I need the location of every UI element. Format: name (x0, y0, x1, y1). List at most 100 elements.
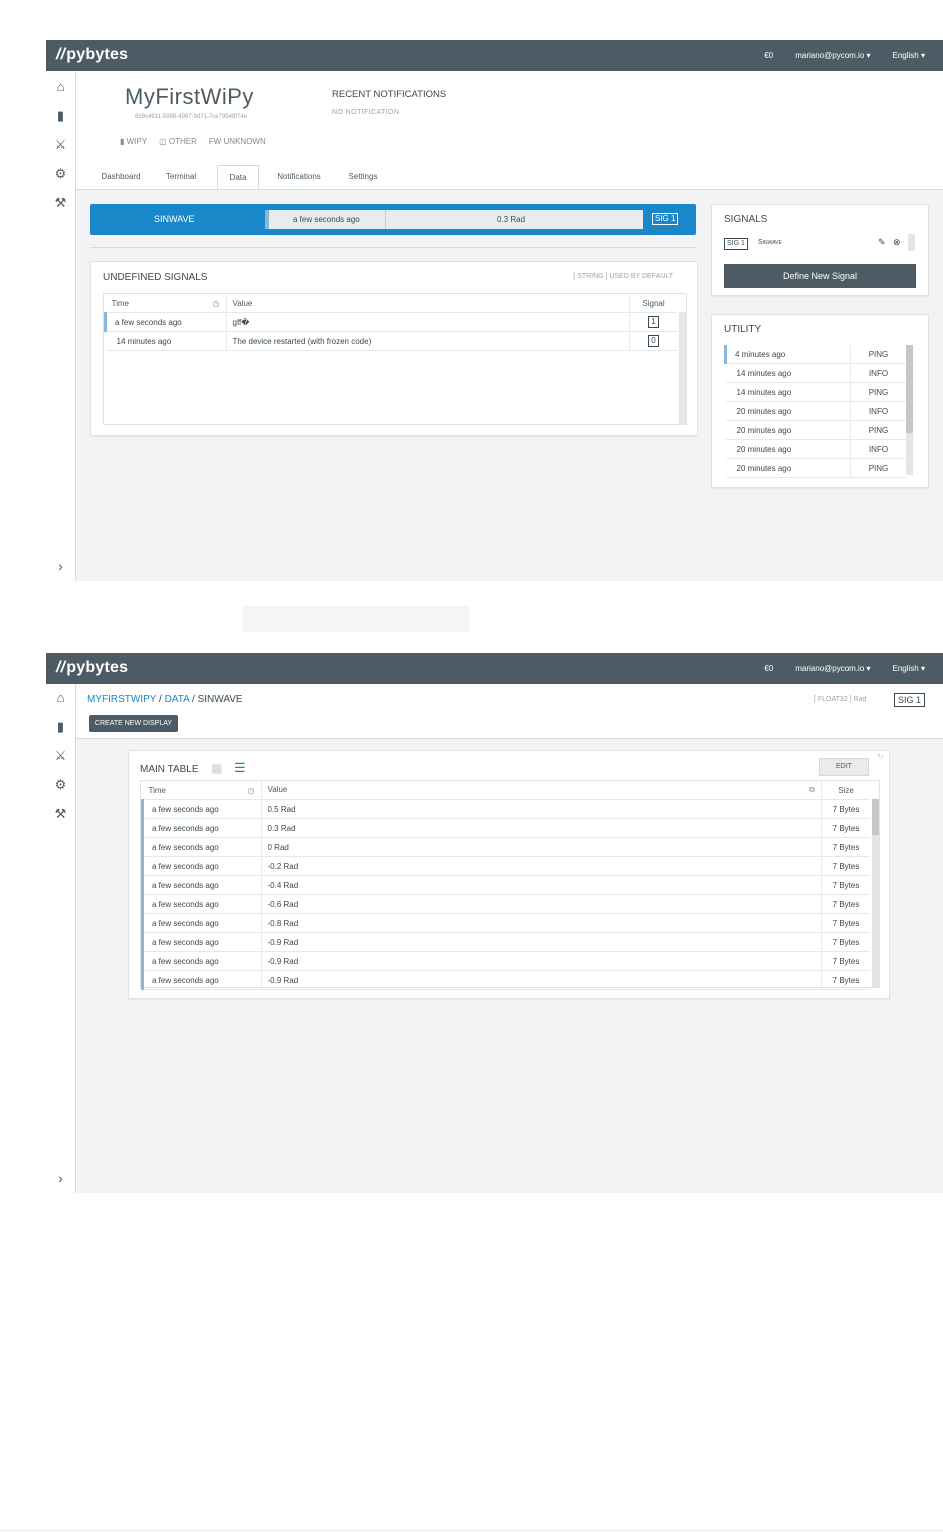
table-row[interactable]: a few seconds ago 0 Rad 7 Bytes (141, 837, 870, 857)
table-row[interactable]: a few seconds ago 0.5 Rad 7 Bytes (141, 799, 870, 819)
refresh-icon[interactable]: ↻ (877, 752, 884, 761)
table-row[interactable]: a few seconds ago gff� 1 (104, 312, 677, 332)
grid-view-icon[interactable]: ▦ (211, 761, 222, 775)
row-signal[interactable]: 0 (629, 331, 677, 351)
row-value: The device restarted (with frozen code) (225, 331, 630, 351)
language-menu[interactable]: English ▾ (893, 664, 925, 673)
table-row[interactable]: a few seconds ago -0.9 Rad 7 Bytes (141, 970, 870, 990)
wrench-icon[interactable]: ⚒ (53, 195, 68, 210)
screen-device-data: //pybytes €0 mariano@pycom.io ▾ English … (46, 40, 943, 581)
undefined-signals-table-wrap: Time ◷ Value Signal a few seconds ago gff… (103, 293, 687, 425)
history-icon[interactable]: ◷ (213, 299, 220, 308)
signal-type-info: [ FLOAT32 ] Rad (814, 696, 867, 703)
device-tags: ▮ WIPY ◫ OTHER FW UNKNOWN (120, 137, 266, 146)
row-time: a few seconds ago (141, 970, 261, 990)
gear-icon[interactable]: ⚙ (53, 166, 68, 181)
user-menu[interactable]: mariano@pycom.io ▾ (795, 664, 870, 673)
row-signal[interactable]: 1 (629, 312, 677, 332)
utility-time: 20 minutes ago (725, 439, 851, 459)
signal-bar-latest: a few seconds ago 0.3 Rad (265, 210, 643, 229)
table-row: 20 minutes ago PING (725, 420, 906, 440)
stethoscope-icon[interactable]: ⚔ (53, 748, 68, 763)
utility-type: PING (849, 345, 906, 364)
define-new-signal-button[interactable]: Define New Signal (724, 264, 916, 288)
breadcrumb-device[interactable]: MYFIRSTWIPY (87, 694, 156, 705)
edit-icon[interactable]: ✎ (878, 237, 886, 248)
main-table-title: MAIN TABLE (140, 764, 199, 775)
list-view-icon[interactable]: ☰ (234, 760, 246, 776)
brand-label: pybytes (66, 659, 129, 676)
col-size[interactable]: Size (821, 781, 870, 800)
utility-type: INFO (849, 401, 906, 421)
signal-sig-box: SIG 1 (894, 693, 926, 707)
chevron-right-icon[interactable]: › (53, 559, 68, 574)
tab-settings[interactable]: Settings (333, 165, 393, 189)
copy-icon[interactable]: ⧉ (809, 785, 815, 795)
stethoscope-icon[interactable]: ⚔ (53, 137, 68, 152)
table-row[interactable]: a few seconds ago -0.9 Rad 7 Bytes (141, 951, 870, 971)
pybytes-logo[interactable]: //pybytes (56, 659, 128, 677)
tab-terminal[interactable]: Terminal (151, 165, 211, 189)
tab-dashboard[interactable]: Dashboard (91, 165, 151, 189)
credit-badge[interactable]: €0 (764, 51, 773, 60)
table-row[interactable]: a few seconds ago -0.8 Rad 7 Bytes (141, 913, 870, 933)
home-icon[interactable]: ⌂ (53, 690, 68, 705)
col-time[interactable]: Time ◷ (105, 294, 226, 313)
utility-scroll-thumb[interactable] (906, 345, 913, 433)
col-value[interactable]: Value ⧉ (260, 781, 822, 800)
chip-icon[interactable]: ▮ (53, 108, 68, 123)
table-row: 20 minutes ago INFO (725, 439, 906, 459)
separator (90, 247, 696, 248)
table-row[interactable]: a few seconds ago -0.9 Rad 7 Bytes (141, 932, 870, 952)
language-menu[interactable]: English ▾ (893, 51, 925, 60)
signals-panel: SIGNALS SIG 1 Sinwave ✎ ⊗ Define New Sig… (711, 204, 929, 296)
edit-button[interactable]: EDIT (819, 758, 869, 776)
create-new-display-button[interactable]: CREATE NEW DISPLAY (89, 715, 178, 732)
signals-scrollbar[interactable] (908, 234, 915, 251)
pybytes-logo[interactable]: //pybytes (56, 46, 128, 64)
table-row[interactable]: 14 minutes ago The device restarted (wit… (105, 331, 677, 351)
table-row[interactable]: a few seconds ago 0.3 Rad 7 Bytes (141, 818, 870, 838)
row-time: a few seconds ago (141, 894, 261, 914)
table-row: 4 minutes ago PING (724, 345, 906, 364)
undefined-signals-hint: [ STRING ] USED BY DEFAULT (573, 273, 673, 280)
sidebar: ⌂ ▮ ⚔ ⚙ ⚒ › (46, 684, 76, 1193)
col-time[interactable]: Time ◷ (142, 781, 261, 800)
tag-fw: FW UNKNOWN (208, 137, 266, 146)
chip-icon[interactable]: ▮ (53, 719, 68, 734)
row-size: 7 Bytes (821, 875, 870, 895)
history-icon[interactable]: ◷ (248, 786, 255, 795)
tab-notifications[interactable]: Notifications (265, 165, 333, 189)
wrench-icon[interactable]: ⚒ (53, 806, 68, 821)
tab-data[interactable]: Data (217, 165, 259, 189)
utility-type: PING (849, 420, 906, 440)
gear-icon[interactable]: ⚙ (53, 777, 68, 792)
row-value: 0.3 Rad (260, 818, 822, 838)
close-icon[interactable]: ⊗ (893, 237, 901, 248)
col-value[interactable]: Value (225, 294, 630, 313)
tag-type: ◫ OTHER (159, 137, 197, 146)
row-time: a few seconds ago (141, 818, 261, 838)
breadcrumb-data[interactable]: DATA (165, 694, 190, 705)
user-menu[interactable]: mariano@pycom.io ▾ (795, 51, 870, 60)
utility-scrollbar[interactable] (906, 345, 913, 475)
home-icon[interactable]: ⌂ (53, 79, 68, 94)
table-row[interactable]: a few seconds ago -0.6 Rad 7 Bytes (141, 894, 870, 914)
table-row[interactable]: a few seconds ago -0.4 Rad 7 Bytes (141, 875, 870, 895)
signal-box[interactable]: 0 (648, 335, 659, 347)
chevron-right-icon[interactable]: › (53, 1171, 68, 1186)
device-title: MyFirstWiPy (125, 84, 254, 109)
signal-box[interactable]: 1 (648, 316, 659, 328)
row-size: 7 Bytes (821, 913, 870, 933)
signal-bar[interactable]: SINWAVE a few seconds ago 0.3 Rad SIG 1 (90, 204, 696, 235)
main-table-scrollbar[interactable] (872, 799, 879, 987)
row-value: -0.6 Rad (260, 894, 822, 914)
row-size: 7 Bytes (821, 970, 870, 990)
table-scrollbar[interactable] (679, 312, 686, 424)
col-signal[interactable]: Signal (629, 294, 677, 313)
utility-time: 20 minutes ago (725, 401, 851, 421)
main-table-scroll-thumb[interactable] (872, 799, 879, 835)
table-row[interactable]: a few seconds ago -0.2 Rad 7 Bytes (141, 856, 870, 876)
credit-badge[interactable]: €0 (764, 664, 773, 673)
utility-table: 4 minutes ago PING 14 minutes ago INFO 14 … (724, 345, 906, 478)
